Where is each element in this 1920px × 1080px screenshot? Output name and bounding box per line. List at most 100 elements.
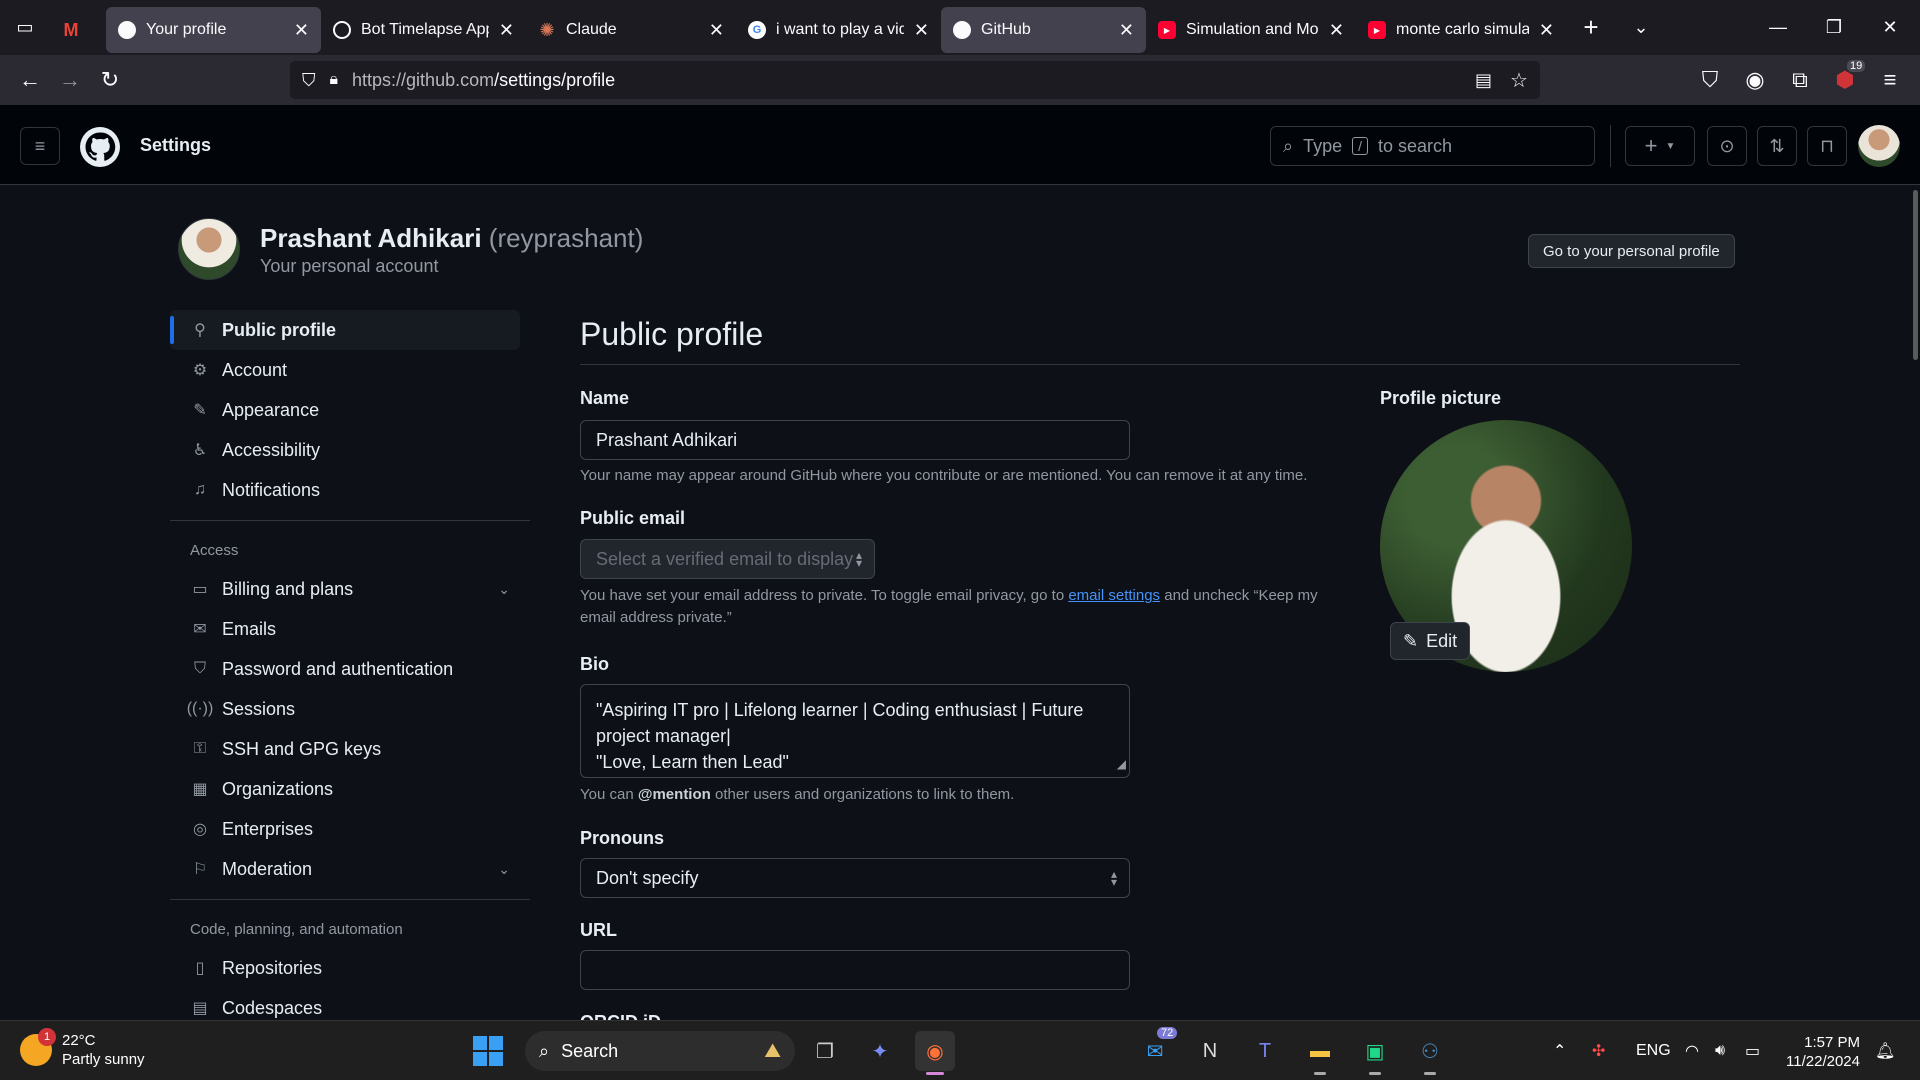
new-tab-icon[interactable]: + (1566, 0, 1616, 55)
weather-widget[interactable]: 1 22°C Partly sunny (20, 1028, 145, 1069)
notion-icon[interactable]: N (1190, 1031, 1230, 1071)
sidebar-item-label: Account (222, 359, 288, 380)
reload-icon[interactable]: ↻ (90, 60, 130, 100)
teams-icon[interactable]: T (1245, 1031, 1285, 1071)
close-icon[interactable]: ✕ (709, 20, 724, 41)
lock-icon[interactable]: 🔒︎ (330, 71, 339, 89)
notifications-bell-icon[interactable]: 🔔︎ (1875, 1031, 1895, 1071)
battery-icon[interactable]: ▭ (1745, 1031, 1760, 1071)
volume-icon[interactable]: 🔊︎ (1715, 1031, 1725, 1071)
bio-textarea[interactable]: "Aspiring IT pro | Lifelong learner | Co… (580, 684, 1130, 778)
chevron-down-icon[interactable]: ⌄ (498, 861, 510, 878)
github-logo-icon[interactable] (80, 127, 120, 167)
claude-icon: ✺ (539, 19, 555, 40)
search-input[interactable]: ⌕ Type / to search (1270, 126, 1595, 166)
firefox-icon[interactable]: ◉ (915, 1031, 955, 1075)
bookmark-star-icon[interactable]: ☆ (1510, 68, 1528, 93)
tab-gmail[interactable]: M (50, 7, 106, 53)
close-icon[interactable]: ✕ (914, 20, 929, 41)
page-title: Public profile (580, 316, 764, 352)
copilot-icon[interactable]: ✦ (860, 1031, 900, 1071)
sidebar-item-moderation[interactable]: ⚐ Moderation ⌄ (170, 849, 530, 889)
tab-overview-icon[interactable]: ▭ (0, 0, 50, 55)
tab-monte-carlo[interactable]: ▶ monte carlo simulati ✕ (1356, 7, 1566, 53)
sidebar-item-public-profile[interactable]: ⚲ Public profile (170, 310, 520, 350)
sidebar-item-enterprises[interactable]: ◎ Enterprises (170, 809, 530, 849)
close-icon[interactable]: ✕ (1329, 20, 1344, 41)
page-section-title[interactable]: Settings (140, 135, 211, 156)
youtube-icon: ▶ (1158, 21, 1176, 39)
menu-icon[interactable]: ≡ (1870, 60, 1910, 100)
sidebar-item-organizations[interactable]: ▦ Organizations (170, 769, 530, 809)
sidebar-item-notifications[interactable]: ♫ Notifications (170, 470, 530, 510)
dropbox-icon[interactable]: ✣ (1592, 1031, 1605, 1071)
sidebar-item-label: SSH and GPG keys (222, 738, 382, 759)
tab-your-profile[interactable]: Your profile ✕ (106, 7, 321, 53)
inbox-button[interactable]: ⊓ (1807, 126, 1847, 166)
tab-label: GitHub (981, 21, 1031, 38)
taskbar-search[interactable]: ⌕ Search ⛰ (525, 1031, 795, 1071)
sidebar-item-appearance[interactable]: ✎ Appearance (170, 390, 530, 430)
page-scrollbar[interactable] (1913, 190, 1918, 360)
account-display-name[interactable]: Prashant Adhikari (260, 223, 482, 253)
chevron-down-icon[interactable]: ⌄ (498, 581, 510, 598)
ublock-icon[interactable]: ⬢ 19 (1825, 60, 1866, 100)
close-icon[interactable]: ✕ (1539, 20, 1554, 41)
go-to-profile-button[interactable]: Go to your personal profile (1528, 234, 1735, 268)
pocket-icon[interactable]: ⛉ (1690, 60, 1730, 100)
back-arrow-icon[interactable]: ← (10, 60, 50, 100)
hamburger-menu-button[interactable]: ≡ (20, 127, 60, 165)
close-icon[interactable]: ✕ (294, 20, 309, 41)
system-clock[interactable]: 1:57 PM 11/22/2024 (1780, 1033, 1860, 1071)
mail-icon[interactable]: ✉ 72 (1135, 1027, 1178, 1071)
sidebar-item-accessibility[interactable]: ♿︎ Accessibility (170, 430, 530, 470)
close-icon[interactable]: ✕ (499, 20, 514, 41)
task-view-icon[interactable]: ❐ (805, 1031, 845, 1071)
pycharm-icon[interactable]: ▣ (1355, 1031, 1395, 1075)
list-tabs-chevron-icon[interactable]: ⌄ (1616, 0, 1666, 55)
resize-handle-icon[interactable]: ◢ (1117, 751, 1126, 777)
file-explorer-icon[interactable]: ▬ (1300, 1031, 1340, 1075)
user-avatar[interactable] (1858, 125, 1900, 167)
tab-claude[interactable]: ✺ Claude ✕ (526, 7, 736, 53)
tab-bot-timelapse[interactable]: Bot Timelapse App ( ✕ (321, 7, 526, 53)
start-button[interactable] (468, 1031, 508, 1071)
sidebar-item-account[interactable]: ⚙ Account (170, 350, 530, 390)
sidebar-item-ssh-gpg[interactable]: ⚿ SSH and GPG keys (170, 729, 530, 769)
public-email-select[interactable]: Select a verified email to display ▴ ▾ (580, 539, 875, 579)
pronouns-select[interactable]: Don't specify ▴ ▾ (580, 858, 1130, 898)
edit-picture-button[interactable]: ✎ Edit (1390, 622, 1471, 660)
url-field[interactable] (580, 950, 1130, 990)
restore-icon[interactable]: ❐ (1806, 0, 1862, 55)
sidebar-item-sessions[interactable]: ((·)) Sessions (170, 689, 530, 729)
sidebar-item-emails[interactable]: ✉ Emails (170, 609, 530, 649)
shield-icon[interactable]: ⛉ (302, 70, 316, 91)
close-icon[interactable]: ✕ (1119, 20, 1134, 41)
minimize-icon[interactable]: — (1750, 0, 1806, 55)
email-settings-link[interactable]: email settings (1068, 587, 1160, 604)
accessibility-icon: ♿︎ (192, 442, 208, 459)
tab-github[interactable]: GitHub ✕ (941, 7, 1146, 53)
window-close-icon[interactable]: ✕ (1862, 0, 1918, 55)
extensions-icon[interactable]: ⧉ (1780, 60, 1820, 100)
sidebar-item-password[interactable]: ⛉ Password and authentication (170, 649, 530, 689)
search-icon: ⌕ (1283, 135, 1294, 156)
sidebar-item-repositories[interactable]: ▯ Repositories (170, 948, 530, 988)
sidebar-item-billing[interactable]: ▭ Billing and plans ⌄ (170, 569, 530, 609)
url-text[interactable]: https://github.com/settings/profile (352, 70, 615, 91)
python-icon[interactable]: ⚇ (1410, 1031, 1450, 1075)
wifi-icon[interactable]: ◠ (1685, 1031, 1699, 1071)
pull-requests-button[interactable]: ⇅ (1757, 126, 1797, 166)
create-new-button[interactable]: + ▼ (1625, 126, 1695, 166)
issues-button[interactable]: ⊙ (1707, 126, 1747, 166)
tray-overflow-chevron-icon[interactable]: ⌃ (1553, 1031, 1566, 1071)
account-icon[interactable]: ◉ (1735, 60, 1775, 100)
edit-label: Edit (1426, 630, 1458, 651)
reader-view-icon[interactable]: ▤ (1475, 70, 1492, 91)
language-indicator[interactable]: ENG (1636, 1031, 1671, 1071)
forward-arrow-icon[interactable]: → (50, 60, 90, 100)
name-field[interactable]: Prashant Adhikari (580, 420, 1130, 460)
url-bar[interactable]: ⛉ 🔒︎ https://github.com/settings/profile… (290, 61, 1540, 99)
tab-google-search[interactable]: G i want to play a vide ✕ (736, 7, 941, 53)
tab-simulation[interactable]: ▶ Simulation and Mod ✕ (1146, 7, 1356, 53)
